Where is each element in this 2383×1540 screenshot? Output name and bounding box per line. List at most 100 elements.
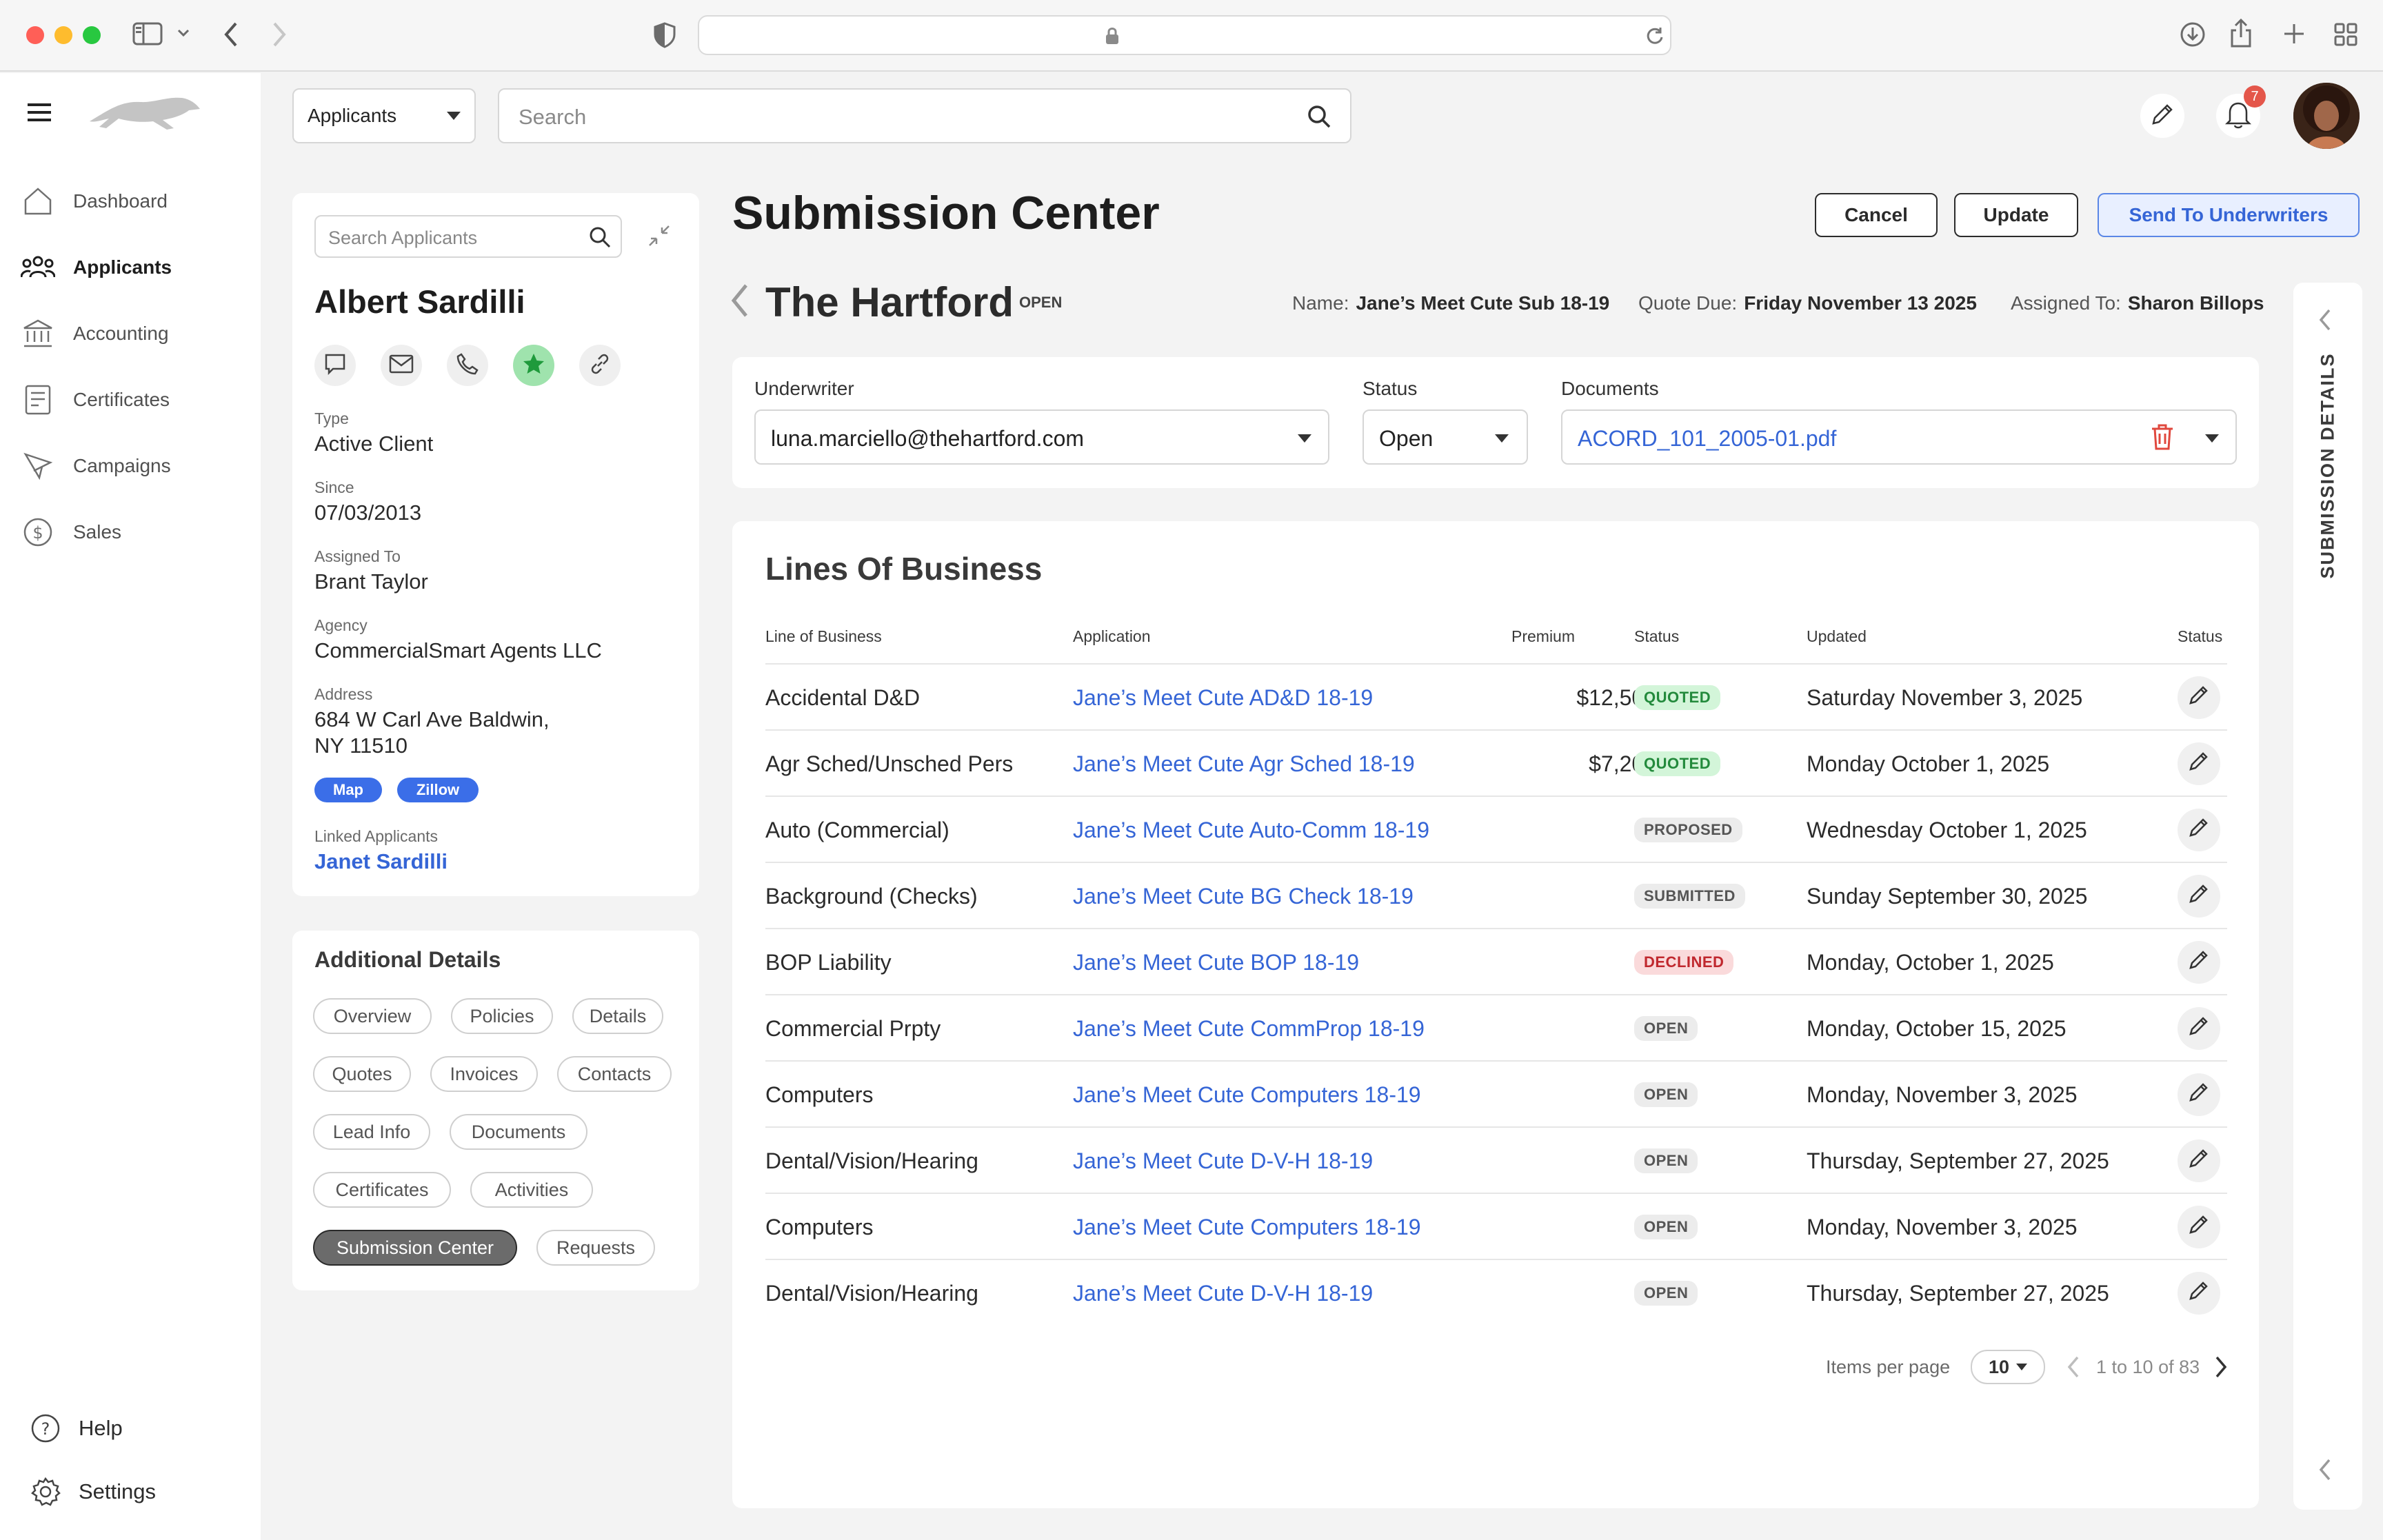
share-icon[interactable] [2229,18,2253,52]
help-link[interactable]: ? Help [30,1408,123,1449]
application-link[interactable]: Jane’s Meet Cute BOP 18-19 [1073,929,1359,995]
edit-row-button[interactable] [2178,1206,2220,1248]
edit-row-button[interactable] [2178,1139,2220,1182]
pencil-icon [2150,102,2175,130]
column-header-action[interactable]: Status [2178,627,2222,646]
sidebar-item-applicants[interactable]: Applicants [21,247,172,288]
sidebar-item-certificates[interactable]: Certificates [21,379,170,421]
assigned-label: Assigned To [314,547,401,565]
notifications-button[interactable]: 7 [2216,85,2266,138]
edit-row-button[interactable] [2178,875,2220,918]
message-button[interactable] [314,345,356,386]
map-button[interactable]: Map [314,778,382,802]
edit-profile-button[interactable] [2140,94,2184,138]
pill-invoices[interactable]: Invoices [430,1056,538,1092]
search-icon[interactable] [587,225,612,253]
hamburger-menu-icon[interactable] [28,102,52,126]
search-icon[interactable] [1306,103,1332,133]
edit-row-button[interactable] [2178,676,2220,719]
column-header-updated[interactable]: Updated [1807,627,1867,646]
address-bar[interactable] [698,15,1671,55]
favorite-button[interactable] [513,345,554,386]
link-button[interactable] [579,345,621,386]
sidebar-item-sales[interactable]: $ Sales [21,511,121,553]
settings-link[interactable]: Settings [30,1471,156,1512]
tab-overview-icon[interactable] [2333,22,2358,50]
items-per-page-select[interactable]: 10 [1971,1350,2045,1384]
application-link[interactable]: Jane’s Meet Cute Computers 18-19 [1073,1194,1421,1260]
application-link[interactable]: Jane’s Meet Cute CommProp 18-19 [1073,995,1425,1062]
trash-icon[interactable] [2150,423,2175,454]
application-link[interactable]: Jane’s Meet Cute Auto-Comm 18-19 [1073,797,1429,863]
sidebar-toggle-icon[interactable] [132,22,163,49]
application-link[interactable]: Jane’s Meet Cute AD&D 18-19 [1073,665,1373,731]
close-window-button[interactable] [26,26,44,44]
privacy-shield-icon[interactable] [654,22,676,52]
expand-panel-icon[interactable] [2317,307,2333,336]
status-select-value: Open [1379,426,1434,451]
new-tab-icon[interactable] [2282,22,2306,49]
application-link[interactable]: Jane’s Meet Cute D-V-H 18-19 [1073,1260,1373,1326]
sidebar-item-campaigns[interactable]: Campaigns [21,445,171,487]
chevron-down-icon[interactable] [177,26,190,43]
edit-row-button[interactable] [2178,1007,2220,1050]
application-link[interactable]: Jane’s Meet Cute Agr Sched 18-19 [1073,731,1415,797]
global-search-input[interactable]: Search [498,88,1351,143]
previous-page-icon[interactable] [2066,1355,2081,1382]
pill-quotes[interactable]: Quotes [313,1056,411,1092]
edit-row-button[interactable] [2178,1272,2220,1315]
forward-icon[interactable] [270,21,288,52]
pill-submission-center[interactable]: Submission Center [313,1230,517,1266]
pill-details[interactable]: Details [572,998,663,1034]
status-select[interactable]: Open [1363,409,1528,465]
column-header-line[interactable]: Line of Business [765,627,882,646]
application-link[interactable]: Jane’s Meet Cute Computers 18-19 [1073,1062,1421,1128]
maximize-window-button[interactable] [83,26,101,44]
column-header-status[interactable]: Status [1634,627,1679,646]
linked-applicant-link[interactable]: Janet Sardilli [314,849,448,874]
column-header-premium[interactable]: Premium [1511,627,1575,646]
agency-value: CommercialSmart Agents LLC [314,638,602,662]
sidebar-item-accounting[interactable]: Accounting [21,313,169,354]
application-link[interactable]: Jane’s Meet Cute D-V-H 18-19 [1073,1128,1373,1194]
edit-row-button[interactable] [2178,1073,2220,1116]
reload-icon[interactable] [1645,26,1665,49]
update-button[interactable]: Update [1954,193,2078,237]
pill-overview[interactable]: Overview [313,998,432,1034]
logo-icon[interactable] [86,91,203,139]
zillow-button[interactable]: Zillow [397,778,479,802]
send-to-underwriters-button[interactable]: Send To Underwriters [2098,193,2360,237]
email-button[interactable] [381,345,422,386]
updated-cell: Wednesday October 1, 2025 [1807,817,2087,842]
next-page-icon[interactable] [2213,1355,2229,1382]
pill-contacts[interactable]: Contacts [557,1056,672,1092]
edit-row-button[interactable] [2178,941,2220,984]
pill-activities[interactable]: Activities [470,1172,593,1208]
application-link[interactable]: Jane’s Meet Cute BG Check 18-19 [1073,863,1414,929]
edit-row-button[interactable] [2178,809,2220,851]
collapse-panel-icon[interactable] [2317,1457,2333,1486]
document-link[interactable]: ACORD_101_2005-01.pdf [1578,426,1836,452]
submission-details-tab[interactable]: SUBMISSION DETAILS [2299,352,2357,578]
applicant-search-input[interactable]: Search Applicants [314,215,622,258]
edit-row-button[interactable] [2178,742,2220,785]
pill-certificates[interactable]: Certificates [313,1172,451,1208]
back-icon[interactable] [222,21,240,52]
collapse-icon[interactable] [647,223,672,252]
pill-documents[interactable]: Documents [450,1114,587,1150]
status-badge: OPEN [1634,1215,1698,1239]
download-icon[interactable] [2179,21,2206,52]
avatar[interactable] [2293,83,2360,149]
column-header-application[interactable]: Application [1073,627,1151,646]
cancel-button[interactable]: Cancel [1815,193,1938,237]
documents-select[interactable]: ACORD_101_2005-01.pdf [1561,409,2237,465]
minimize-window-button[interactable] [54,26,72,44]
pill-policies[interactable]: Policies [451,998,553,1034]
scope-select[interactable]: Applicants [292,88,476,143]
back-icon[interactable] [730,283,750,322]
call-button[interactable] [447,345,488,386]
pill-lead-info[interactable]: Lead Info [313,1114,430,1150]
underwriter-select[interactable]: luna.marciello@thehartford.com [754,409,1329,465]
pill-requests[interactable]: Requests [536,1230,655,1266]
sidebar-item-dashboard[interactable]: Dashboard [21,181,168,222]
